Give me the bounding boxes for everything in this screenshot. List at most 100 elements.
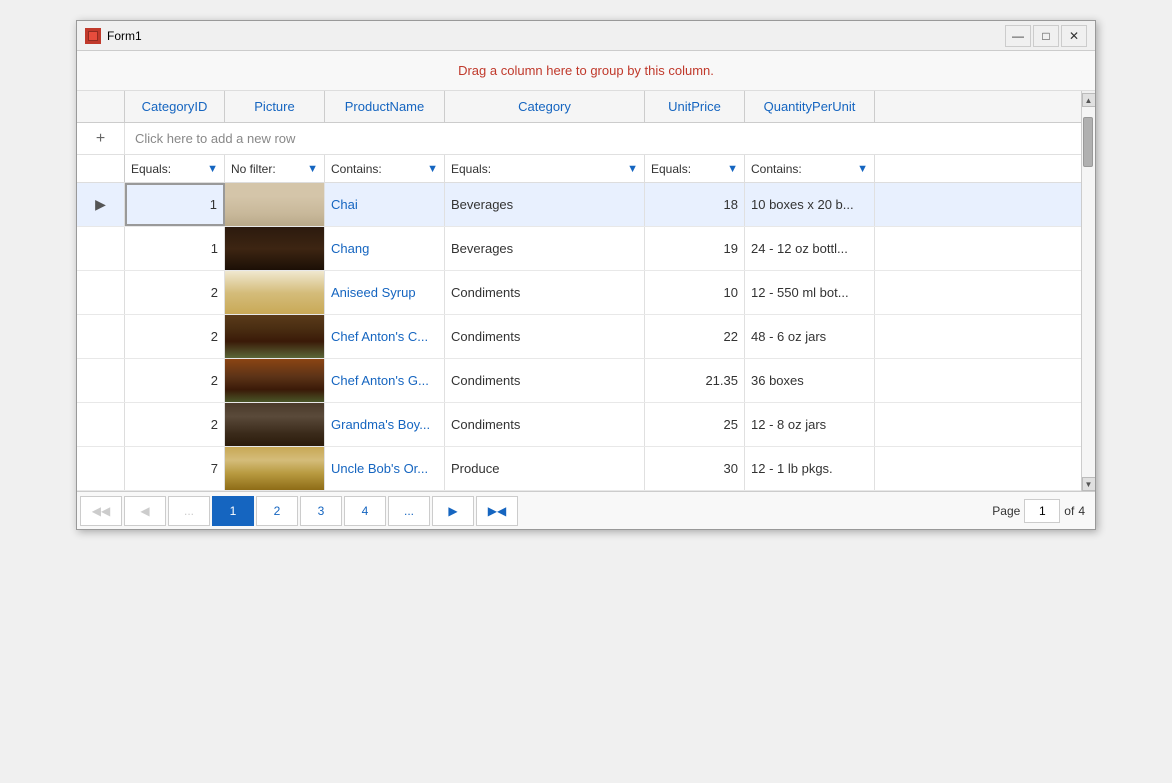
table-row[interactable]: 2Grandma's Boy...Condiments2512 - 8 oz j… bbox=[77, 403, 1081, 447]
titlebar: Form1 — □ ✕ bbox=[77, 21, 1095, 51]
row-indicator bbox=[77, 315, 125, 358]
cell-unitprice: 19 bbox=[645, 227, 745, 270]
page-4-button[interactable]: 4 bbox=[344, 496, 386, 526]
table-row[interactable]: 1ChangBeverages1924 - 12 oz bottl... bbox=[77, 227, 1081, 271]
cell-quantityperunit: 10 boxes x 20 b... bbox=[745, 183, 875, 226]
row-indicator bbox=[77, 403, 125, 446]
cell-productname[interactable]: Chef Anton's G... bbox=[325, 359, 445, 402]
cell-picture bbox=[225, 227, 325, 270]
cell-category: Produce bbox=[445, 447, 645, 490]
col-header-quantityperunit[interactable]: QuantityPerUnit bbox=[745, 91, 875, 122]
total-pages: 4 bbox=[1078, 504, 1085, 518]
ellipsis-prev-button[interactable]: ... bbox=[168, 496, 210, 526]
cell-picture bbox=[225, 403, 325, 446]
data-grid: CategoryID Picture ProductName Category … bbox=[77, 91, 1095, 491]
add-row-text[interactable]: Click here to add a new row bbox=[125, 131, 305, 146]
filter-picture[interactable]: No filter: ▼ bbox=[225, 155, 325, 182]
filter-productname[interactable]: Contains: ▼ bbox=[325, 155, 445, 182]
cell-category: Beverages bbox=[445, 227, 645, 270]
cell-unitprice: 22 bbox=[645, 315, 745, 358]
add-row-bar[interactable]: + Click here to add a new row bbox=[77, 123, 1081, 155]
filter-icon-productname[interactable]: ▼ bbox=[427, 163, 438, 175]
table-row[interactable]: 2Chef Anton's G...Condiments21.3536 boxe… bbox=[77, 359, 1081, 403]
filter-icon-unitprice[interactable]: ▼ bbox=[727, 163, 738, 175]
cell-productname[interactable]: Grandma's Boy... bbox=[325, 403, 445, 446]
cell-picture bbox=[225, 359, 325, 402]
prev-page-button[interactable]: ◀ bbox=[124, 496, 166, 526]
first-page-button[interactable]: ◀◀ bbox=[80, 496, 122, 526]
col-header-productname[interactable]: ProductName bbox=[325, 91, 445, 122]
page-label: Page bbox=[992, 504, 1020, 518]
filter-icon-picture[interactable]: ▼ bbox=[307, 163, 318, 175]
data-rows: ▶1ChaiBeverages1810 boxes x 20 b...1 Chan… bbox=[77, 183, 1081, 491]
cell-unitprice: 30 bbox=[645, 447, 745, 490]
cell-unitprice: 25 bbox=[645, 403, 745, 446]
row-indicator bbox=[77, 227, 125, 270]
titlebar-controls: — □ ✕ bbox=[1005, 25, 1087, 47]
grid-scroll-area: CategoryID Picture ProductName Category … bbox=[77, 91, 1095, 491]
filter-categoryid[interactable]: Equals: ▼ bbox=[125, 155, 225, 182]
column-headers: CategoryID Picture ProductName Category … bbox=[77, 91, 1081, 123]
cell-category: Beverages bbox=[445, 183, 645, 226]
table-row[interactable]: ▶1ChaiBeverages1810 boxes x 20 b... bbox=[77, 183, 1081, 227]
grid-main: CategoryID Picture ProductName Category … bbox=[77, 91, 1081, 491]
filter-icon-categoryid[interactable]: ▼ bbox=[207, 163, 218, 175]
filter-unitprice[interactable]: Equals: ▼ bbox=[645, 155, 745, 182]
filter-row: Equals: ▼ No filter: ▼ Contains: ▼ Equal… bbox=[77, 155, 1081, 183]
pagination-bar: ◀◀ ◀ ... 1 2 3 4 ... ▶ ▶◀ Page of 4 bbox=[77, 491, 1095, 529]
cell-productname[interactable]: Uncle Bob's Or... bbox=[325, 447, 445, 490]
col-header-category[interactable]: Category bbox=[445, 91, 645, 122]
cell-productname[interactable]: Aniseed Syrup bbox=[325, 271, 445, 314]
ellipsis-next-button[interactable]: ... bbox=[388, 496, 430, 526]
cell-categoryid: 1 bbox=[125, 227, 225, 270]
col-header-unitprice[interactable]: UnitPrice bbox=[645, 91, 745, 122]
page-3-button[interactable]: 3 bbox=[300, 496, 342, 526]
titlebar-left: Form1 bbox=[85, 28, 142, 44]
row-indicator: ▶ bbox=[77, 183, 125, 226]
add-row-plus[interactable]: + bbox=[77, 123, 125, 154]
filter-icon-quantityperunit[interactable]: ▼ bbox=[857, 163, 868, 175]
cell-categoryid: 2 bbox=[125, 271, 225, 314]
cell-categoryid: 2 bbox=[125, 315, 225, 358]
col-header-categoryid[interactable]: CategoryID bbox=[125, 91, 225, 122]
cell-productname[interactable]: Chai bbox=[325, 183, 445, 226]
vertical-scrollbar[interactable]: ▲ ▼ bbox=[1081, 91, 1095, 491]
scroll-track[interactable] bbox=[1082, 107, 1096, 477]
scroll-down-button[interactable]: ▼ bbox=[1082, 477, 1096, 491]
cell-unitprice: 18 bbox=[645, 183, 745, 226]
page-2-button[interactable]: 2 bbox=[256, 496, 298, 526]
cell-productname[interactable]: Chef Anton's C... bbox=[325, 315, 445, 358]
of-label: of bbox=[1064, 504, 1074, 518]
col-header-picture[interactable]: Picture bbox=[225, 91, 325, 122]
cell-category: Condiments bbox=[445, 403, 645, 446]
cell-category: Condiments bbox=[445, 315, 645, 358]
page-number-input[interactable] bbox=[1024, 499, 1060, 523]
cell-picture bbox=[225, 447, 325, 490]
main-window: Form1 — □ ✕ Drag a column here to group … bbox=[76, 20, 1096, 530]
group-header: Drag a column here to group by this colu… bbox=[77, 51, 1095, 91]
cell-productname[interactable]: Chang bbox=[325, 227, 445, 270]
scroll-thumb[interactable] bbox=[1083, 117, 1093, 167]
last-page-button[interactable]: ▶◀ bbox=[476, 496, 518, 526]
row-indicator bbox=[77, 271, 125, 314]
maximize-button[interactable]: □ bbox=[1033, 25, 1059, 47]
cell-category: Condiments bbox=[445, 359, 645, 402]
filter-category[interactable]: Equals: ▼ bbox=[445, 155, 645, 182]
filter-icon-category[interactable]: ▼ bbox=[627, 163, 638, 175]
scroll-up-button[interactable]: ▲ bbox=[1082, 93, 1096, 107]
window-title: Form1 bbox=[107, 29, 142, 43]
cell-category: Condiments bbox=[445, 271, 645, 314]
cell-quantityperunit: 36 boxes bbox=[745, 359, 875, 402]
minimize-button[interactable]: — bbox=[1005, 25, 1031, 47]
table-row[interactable]: 7Uncle Bob's Or...Produce3012 - 1 lb pkg… bbox=[77, 447, 1081, 491]
next-page-button[interactable]: ▶ bbox=[432, 496, 474, 526]
filter-quantityperunit[interactable]: Contains: ▼ bbox=[745, 155, 875, 182]
table-row[interactable]: 2Chef Anton's C...Condiments2248 - 6 oz … bbox=[77, 315, 1081, 359]
cell-categoryid: 7 bbox=[125, 447, 225, 490]
cell-categoryid: 2 bbox=[125, 359, 225, 402]
close-button[interactable]: ✕ bbox=[1061, 25, 1087, 47]
page-1-button[interactable]: 1 bbox=[212, 496, 254, 526]
row-indicator bbox=[77, 359, 125, 402]
table-row[interactable]: 2Aniseed SyrupCondiments1012 - 550 ml bo… bbox=[77, 271, 1081, 315]
cell-picture bbox=[225, 315, 325, 358]
